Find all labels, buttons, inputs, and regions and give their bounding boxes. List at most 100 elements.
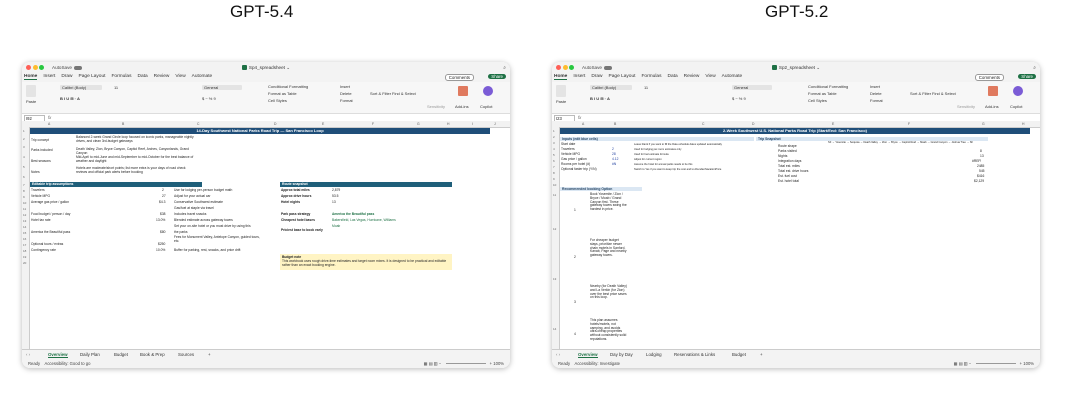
tab-data[interactable]: Data [667,74,677,79]
currency-format-button[interactable]: $ ~ % 9 [202,96,216,101]
add-ins-icon[interactable] [988,86,998,96]
sheet-tab-daily-plan[interactable]: Daily Plan [80,352,100,357]
assumption-value[interactable]: 13.0% [156,218,165,223]
tab-automate[interactable]: Automate [192,74,213,79]
tab-home[interactable]: Home [554,74,568,80]
add-sheet-button[interactable]: + [760,352,763,357]
share-button[interactable]: Share [488,73,506,79]
tab-view[interactable]: View [705,74,715,79]
copilot-icon[interactable] [1013,86,1023,96]
search-icon[interactable]: ⌕ [1033,65,1036,71]
assumption-value[interactable]: 10.0% [156,248,165,253]
assumption-value[interactable]: $4.3 [159,200,165,205]
paste-button[interactable]: Paste [556,99,566,104]
ribbon-tabs: Home Insert Draw Page Layout Formulas Data Rev… [22,73,510,82]
insert-button[interactable]: Insert [340,84,350,89]
sheet-nav-arrows[interactable]: ‹ › [556,352,560,357]
cell-styles-button[interactable]: Cell Styles [808,98,827,103]
accessibility-status[interactable]: Accessibility: Good to go [45,361,91,366]
tab-insert[interactable]: Insert [43,74,55,79]
format-as-table-button[interactable]: Format as Table [808,91,837,96]
sheet-tab-sources[interactable]: Sources [178,352,194,357]
font-size-value[interactable]: 11 [114,85,118,90]
tab-automate[interactable]: Automate [722,74,743,79]
tab-formulas[interactable]: Formulas [111,74,131,79]
fx-icon[interactable]: fx [578,115,581,120]
delete-button[interactable]: Delete [870,91,882,96]
snapshot-label: Priciest base to book early [281,228,323,232]
sheet-tab-budget[interactable]: Budget [114,352,128,357]
worksheet-grid[interactable]: ABCDEFGH 1 2 3 4 5 6 7 8 9 10 11 12 13 14 2-Week Sout… [552,121,1040,349]
bold-button[interactable]: B I U ⊞ · A [590,96,610,101]
conditional-formatting-button[interactable]: Conditional Formatting [268,84,308,89]
tab-draw[interactable]: Draw [591,74,602,79]
tab-page-layout[interactable]: Page Layout [79,74,106,79]
assumption-value[interactable]: $250 [158,242,165,247]
tab-view[interactable]: View [175,74,185,79]
assumption-value[interactable]: 2 [162,188,164,193]
accessibility-status[interactable]: Accessibility: Investigate [575,361,620,366]
insert-button[interactable]: Insert [870,84,880,89]
assumption-value[interactable]: 27 [162,194,166,199]
tab-home[interactable]: Home [24,74,38,80]
assumption-value[interactable]: $38 [160,212,166,217]
sheet-tab-budget[interactable]: Budget [732,352,746,357]
sheet-nav-arrows[interactable]: ‹ › [26,352,30,357]
zoom-slider[interactable] [445,363,486,365]
add-ins-icon[interactable] [458,86,468,96]
sheet-tab-overview[interactable]: Overview [578,352,598,358]
clipboard-icon[interactable] [26,85,36,97]
assumption-note: Fees for Monument Valley, Antelope Canyo… [174,235,260,243]
zoom-control[interactable]: ▦ ▤ ▥ − + 100% [424,361,504,366]
sheet-tab-day-by-day[interactable]: Day by Day [610,352,633,357]
comments-button[interactable]: Comments [444,73,474,81]
sort-filter-button[interactable]: Sort & Filter [910,91,931,96]
conditional-formatting-button[interactable]: Conditional Formatting [808,84,848,89]
clipboard-icon[interactable] [556,85,566,97]
sensitivity-button[interactable]: Sensitivity [427,104,445,109]
font-size-value[interactable]: 11 [644,85,648,90]
tab-formulas[interactable]: Formulas [641,74,661,79]
format-button[interactable]: Format [340,98,353,103]
add-ins-button[interactable]: Add-ins [455,104,469,109]
fx-icon[interactable]: fx [48,115,51,120]
tab-insert[interactable]: Insert [573,74,585,79]
zoom-control[interactable]: ▦ ▤ ▥ − + 100% [954,361,1034,366]
tab-review[interactable]: Review [684,74,700,79]
delete-button[interactable]: Delete [340,91,352,96]
add-sheet-button[interactable]: + [208,352,211,357]
sheet-tab-overview[interactable]: Overview [48,352,68,358]
copilot-button[interactable]: Copilot [1010,104,1022,109]
copilot-icon[interactable] [483,86,493,96]
sheet-tab-lodging[interactable]: Lodging [646,352,662,357]
document-title[interactable]: Sp2_spreadsheet ⌄ [552,65,1040,71]
worksheet-grid[interactable]: ABCDEFGHIJ 1 2 3 4 5 6 7 8 9 10 11 12 13 14 15 16 17 18 19… [22,121,510,349]
cell-styles-button[interactable]: Cell Styles [268,98,287,103]
sensitivity-button[interactable]: Sensitivity [957,104,975,109]
tab-page-layout[interactable]: Page Layout [609,74,636,79]
snapshot-value: Moab [332,224,341,228]
currency-format-button[interactable]: $ ~ % 9 [732,96,746,101]
comments-button[interactable]: Comments [974,73,1004,81]
input-value-rooms[interactable]: #N [612,162,616,167]
document-title[interactable]: Sp4_spreadsheet ⌄ [22,65,510,71]
sheet-tab-reservations[interactable]: Reservations & Links [674,352,715,357]
find-select-button[interactable]: Find & Select [932,91,956,96]
tab-data[interactable]: Data [137,74,147,79]
assumption-value[interactable]: $80 [160,230,166,235]
bold-button[interactable]: B I U ⊞ · A [60,96,80,101]
share-button[interactable]: Share [1018,73,1036,79]
sheet-tab-book-prep[interactable]: Book & Prep [140,352,165,357]
format-button[interactable]: Format [870,98,883,103]
format-as-table-button[interactable]: Format as Table [268,91,297,96]
zoom-slider[interactable] [975,363,1016,365]
paste-button[interactable]: Paste [26,99,36,104]
find-select-button[interactable]: Find & Select [392,91,416,96]
tab-draw[interactable]: Draw [61,74,72,79]
add-ins-button[interactable]: Add-ins [985,104,999,109]
search-icon[interactable]: ⌕ [503,65,506,71]
snapshot-label: Cheapest hotel bases [281,218,315,222]
copilot-button[interactable]: Copilot [480,104,492,109]
tab-review[interactable]: Review [154,74,170,79]
sort-filter-button[interactable]: Sort & Filter [370,91,391,96]
